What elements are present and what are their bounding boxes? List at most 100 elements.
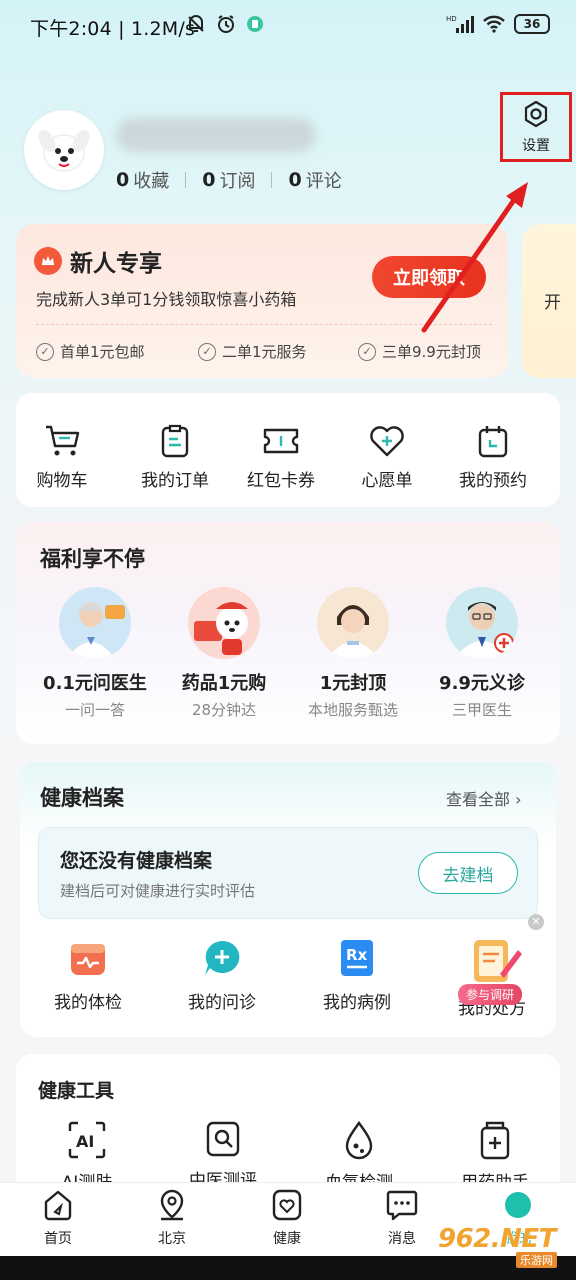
username-blurred [116, 118, 316, 152]
perk-label: 首单1元包邮 [60, 343, 145, 361]
favorites-label[interactable]: 收藏 [133, 167, 169, 193]
wishlist-entry[interactable]: 心愿单 [335, 424, 439, 491]
cart-icon [46, 425, 80, 456]
next-promo-text: 开 [544, 293, 561, 313]
message-bubble-icon [386, 1190, 418, 1221]
welfare-item-subtitle: 一问一答 [64, 701, 125, 719]
welfare-item-title: 0.1元问医生 [43, 673, 147, 694]
nav-health[interactable]: 健康 [247, 1188, 327, 1248]
wishlist-label: 心愿单 [361, 471, 413, 491]
svg-text:AI: AI [76, 1132, 94, 1151]
checkup-icon [71, 944, 105, 975]
location-pin-icon [160, 1189, 184, 1221]
magnifier-icon [206, 1121, 240, 1157]
home-icon [44, 1190, 72, 1221]
new-user-title: 新人专享 [34, 244, 162, 278]
profile-active-icon [505, 1192, 531, 1218]
perk-item: ✓ 首单1元包邮 [36, 341, 145, 362]
nav-home-label: 首页 [44, 1231, 72, 1247]
tcm-assessment-entry[interactable]: 中医测评 [171, 1120, 275, 1191]
check-circle-icon: ✓ [358, 342, 376, 361]
mute-icon [188, 15, 204, 32]
clipboard-pen-icon [474, 940, 522, 982]
my-orders-label: 我的订单 [141, 471, 209, 491]
settings-label: 设置 [522, 138, 550, 154]
subscriptions-count[interactable]: 0 [202, 169, 215, 191]
subscriptions-label[interactable]: 订阅 [219, 167, 255, 193]
view-all-label: 查看全部 [446, 790, 511, 809]
welfare-item[interactable]: 1元封顶 本地服务甄选 [288, 587, 418, 720]
perk-item: ✓ 二单1元服务 [198, 341, 307, 362]
annotation-arrow-icon [421, 182, 528, 333]
comments-count[interactable]: 0 [288, 169, 301, 191]
cart-entry[interactable]: 购物车 [10, 424, 114, 491]
welfare-item-subtitle: 28分钟达 [191, 701, 257, 719]
welfare-item-subtitle: 三甲医生 [451, 701, 512, 719]
comments-label[interactable]: 评论 [306, 167, 342, 193]
perk-label: 三单9.9元封顶 [382, 343, 481, 361]
welfare-title: 福利享不停 [40, 547, 145, 571]
perk-label: 二单1元服务 [222, 343, 307, 361]
check-circle-icon: ✓ [36, 342, 54, 361]
status-bar: 下午2:04 | 1.2M/s HD 36 [0, 0, 576, 52]
perk-item: ✓ 三单9.9元封顶 [358, 341, 481, 362]
welfare-item-title: 1元封顶 [319, 673, 387, 694]
favorites-count[interactable]: 0 [116, 169, 129, 191]
coupons-label: 红包卡券 [247, 471, 315, 491]
hd-signal-icon: HD [446, 15, 474, 33]
coupon-icon [263, 428, 299, 454]
gear-icon [524, 100, 548, 128]
coupons-entry[interactable]: 红包卡券 [229, 424, 333, 491]
empty-record-subtitle: 建档后可对健康进行实时评估 [60, 882, 256, 900]
my-consultation-entry[interactable]: 我的问诊 [162, 938, 282, 1013]
calendar-icon [478, 426, 508, 458]
wifi-icon [483, 15, 505, 33]
nav-home[interactable]: 首页 [18, 1188, 98, 1248]
nav-city[interactable]: 北京 [132, 1188, 212, 1248]
app-notification-icon [247, 16, 263, 32]
check-circle-icon: ✓ [198, 342, 216, 361]
welfare-item-title: 药品1元购 [181, 673, 267, 694]
welfare-item[interactable]: 9.9元义诊 三甲医生 [417, 587, 547, 720]
alarm-icon [218, 15, 234, 33]
close-icon[interactable]: ✕ [528, 914, 544, 930]
nav-city-label: 北京 [158, 1231, 186, 1247]
settings-button[interactable]: 设置 [500, 92, 572, 162]
my-prescription-entry[interactable]: 我的处方 [432, 938, 552, 1019]
avatar[interactable] [24, 110, 104, 190]
watermark-subtitle: 乐游网 [516, 1252, 557, 1268]
svg-text:Rx: Rx [346, 946, 368, 964]
battery-icon: 36 [514, 14, 550, 34]
prescription-rx-icon: Rx [341, 940, 373, 976]
new-user-title-text: 新人专享 [70, 251, 162, 277]
medicine-box-icon [480, 1121, 510, 1160]
create-record-button[interactable]: 去建档 [418, 852, 518, 894]
health-tools-title: 健康工具 [38, 1080, 115, 1102]
divider [185, 172, 187, 188]
my-orders-entry[interactable]: 我的订单 [123, 424, 227, 491]
mascot-image [188, 587, 260, 659]
my-case-label: 我的病例 [323, 993, 391, 1013]
order-icon [161, 424, 189, 458]
welfare-item-subtitle: 本地服务甄选 [307, 701, 398, 719]
view-all-link[interactable]: 查看全部 › [446, 786, 522, 810]
welfare-item[interactable]: 0.1元问医生 一问一答 [30, 587, 160, 720]
nurse-avatar [317, 587, 389, 659]
cart-label: 购物车 [36, 471, 88, 491]
my-appointments-entry[interactable]: 我的预约 [441, 424, 545, 491]
my-case-entry[interactable]: Rx 我的病例 [297, 938, 417, 1013]
nav-messages[interactable]: 消息 [362, 1188, 442, 1248]
survey-badge[interactable]: 参与调研 [458, 984, 523, 1005]
crown-icon [34, 247, 62, 275]
empty-record-title: 您还没有健康档案 [60, 850, 213, 872]
health-record-title: 健康档案 [40, 786, 124, 810]
new-user-subtitle: 完成新人3单可1分钱领取惊喜小药箱 [36, 290, 297, 309]
nav-messages-label: 消息 [388, 1231, 416, 1247]
heart-box-icon [272, 1189, 302, 1221]
my-checkup-entry[interactable]: 我的体检 [28, 938, 148, 1013]
watermark-logo: 962.NET [438, 1224, 556, 1254]
consultation-icon [205, 940, 240, 975]
svg-text:HD: HD [446, 15, 457, 23]
welfare-item[interactable]: 药品1元购 28分钟达 [159, 587, 289, 720]
divider [271, 172, 273, 188]
